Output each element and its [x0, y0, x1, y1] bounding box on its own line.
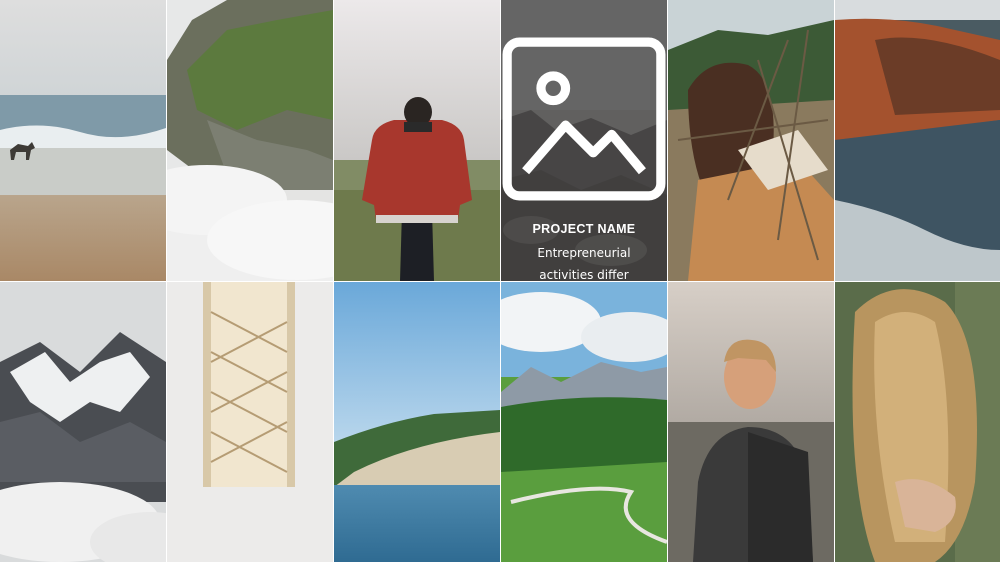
- man-sunset-image: [668, 282, 834, 562]
- gallery-photo-snowy-mountains[interactable]: [0, 282, 166, 562]
- project-card[interactable]: PROJECT NAME Entrepreneurial activities …: [501, 0, 667, 281]
- gallery-photo-stairwell[interactable]: [167, 282, 333, 562]
- alpine-valley-image: [501, 282, 667, 562]
- gallery-photo-cliff-fog[interactable]: [167, 0, 333, 281]
- project-title: PROJECT NAME: [532, 222, 636, 236]
- gallery-photo-man-sunset[interactable]: [668, 282, 834, 562]
- gallery-photo-alpine-valley[interactable]: [501, 282, 667, 562]
- gallery-photo-rocky-coast[interactable]: [835, 0, 1000, 281]
- snowy-mountains-image: [0, 282, 166, 562]
- gallery-photo-lake-shore[interactable]: [334, 282, 500, 562]
- beach-dog-image: [0, 0, 166, 281]
- gallery-photo-woman-hair[interactable]: [835, 282, 1000, 562]
- woman-hair-image: [835, 282, 1000, 562]
- project-description: Entrepreneurial activities differ substa…: [537, 246, 631, 281]
- gallery-photo-beach-dog[interactable]: [0, 0, 166, 281]
- woman-grass-image: [668, 0, 834, 281]
- gallery-photo-man-red-jacket[interactable]: [334, 0, 500, 281]
- project-info: PROJECT NAME Entrepreneurial activities …: [501, 36, 667, 281]
- cliff-fog-image: [167, 0, 333, 281]
- rocky-coast-image: [835, 0, 1000, 281]
- stairwell-image: [167, 282, 333, 562]
- man-red-jacket-image: [334, 0, 500, 281]
- image-icon: [502, 37, 666, 201]
- lake-shore-image: [334, 282, 500, 562]
- gallery-photo-woman-grass[interactable]: [668, 0, 834, 281]
- photo-gallery-grid: PROJECT NAME Entrepreneurial activities …: [0, 0, 1000, 562]
